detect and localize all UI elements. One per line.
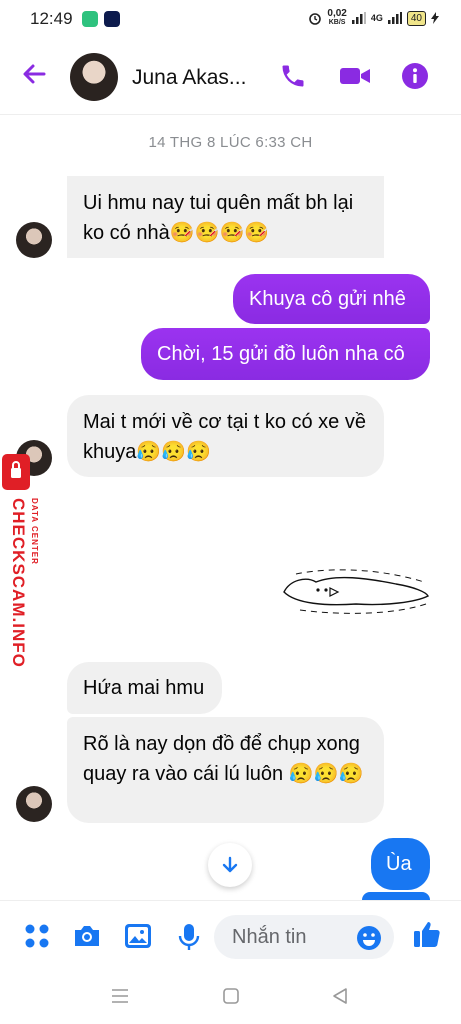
net-speed-unit: KB/S bbox=[328, 19, 346, 26]
microphone-icon[interactable] bbox=[178, 923, 200, 951]
back-nav-icon[interactable] bbox=[331, 987, 349, 1005]
conversation-timestamp: 14 THG 8 LÚC 6:33 CH bbox=[148, 134, 313, 151]
partial-message-bubble bbox=[362, 892, 430, 900]
message-bubble-incoming[interactable]: Rõ là nay dọn đồ để chụp xong quay ra và… bbox=[67, 717, 384, 823]
net-speed: 0,02 KB/S bbox=[327, 9, 346, 27]
phone-call-icon[interactable] bbox=[279, 62, 307, 90]
like-thumbs-up-icon[interactable] bbox=[412, 919, 442, 949]
camera-icon[interactable] bbox=[72, 923, 102, 949]
video-call-icon[interactable] bbox=[339, 62, 371, 90]
info-icon[interactable] bbox=[401, 62, 429, 90]
emoji-icon[interactable] bbox=[356, 925, 382, 951]
message-bubble-outgoing[interactable]: Khuya cô gửi nhê bbox=[233, 274, 430, 324]
message-input-placeholder: Nhắn tin bbox=[232, 926, 307, 948]
message-bubble-outgoing[interactable]: Ùa bbox=[371, 838, 430, 890]
status-bar: 12:49 0,02 KB/S 4G 40 bbox=[0, 0, 461, 38]
message-composer: Nhắn tin bbox=[0, 900, 461, 973]
watermark-text: CHECKSCAM.INFO bbox=[9, 498, 28, 668]
watermark-logo bbox=[2, 454, 30, 490]
message-bubble-outgoing[interactable]: Chời, 15 gửi đồ luôn nha cô bbox=[141, 328, 430, 380]
contact-name[interactable]: Juna Akas... bbox=[132, 66, 246, 90]
sender-avatar[interactable] bbox=[16, 786, 52, 822]
alarm-icon bbox=[309, 13, 322, 25]
chat-header: Juna Akas... bbox=[0, 40, 461, 115]
battery-indicator: 40 bbox=[406, 10, 426, 26]
watermark: CHECKSCAM.INFO DATA CENTER bbox=[0, 450, 50, 680]
contact-avatar[interactable] bbox=[70, 53, 118, 101]
gallery-icon[interactable] bbox=[124, 923, 152, 949]
scroll-to-bottom-button[interactable] bbox=[208, 843, 252, 887]
signal-icon-2 bbox=[387, 12, 402, 24]
net-speed-value: 0,02 bbox=[327, 8, 347, 19]
more-actions-icon[interactable] bbox=[24, 923, 50, 949]
charging-icon bbox=[431, 12, 439, 24]
watermark-subtext: DATA CENTER bbox=[30, 498, 39, 565]
status-time: 12:49 bbox=[30, 9, 73, 28]
home-icon[interactable] bbox=[222, 987, 240, 1005]
message-bubble-incoming[interactable]: Hứa mai hmu bbox=[67, 662, 222, 714]
system-navigation-bar bbox=[0, 972, 461, 1024]
message-input[interactable]: Nhắn tin bbox=[214, 915, 394, 959]
arrow-down-icon bbox=[222, 856, 238, 873]
status-indicators: 0,02 KB/S 4G 40 bbox=[308, 9, 439, 27]
message-bubble-incoming[interactable]: Ui hmu nay tui quên mất bh lại ko có nhà… bbox=[67, 176, 384, 258]
signal-icon bbox=[351, 12, 366, 24]
app-notification-icon bbox=[82, 11, 98, 27]
network-type: 4G bbox=[370, 13, 383, 23]
messenger-notification-icon bbox=[104, 11, 120, 27]
recent-apps-icon[interactable] bbox=[111, 988, 129, 1004]
sticker-image[interactable] bbox=[276, 562, 432, 618]
sender-avatar[interactable] bbox=[16, 222, 52, 258]
message-bubble-incoming[interactable]: Mai t mới về cơ tại t ko có xe về khuya😥… bbox=[67, 395, 384, 477]
back-arrow-icon[interactable] bbox=[20, 60, 48, 88]
